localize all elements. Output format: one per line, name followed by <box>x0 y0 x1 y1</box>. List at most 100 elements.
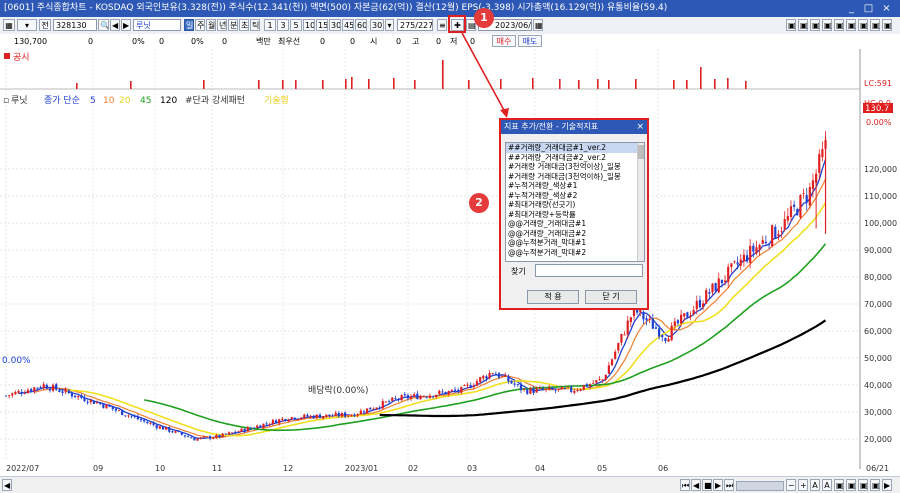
prev-icon[interactable]: ◀ <box>110 19 120 31</box>
toolbar-icon-f[interactable]: ▣ <box>846 19 856 31</box>
toolbar-icon-b[interactable]: ▣ <box>798 19 808 31</box>
amount-value: 0 <box>222 37 228 46</box>
toolbar-icon-d[interactable]: ▣ <box>822 19 832 31</box>
count-field[interactable]: 275/227 <box>397 19 433 31</box>
minute-button-15[interactable]: 15 <box>316 19 328 31</box>
open-value: 0 <box>396 37 402 46</box>
indicator-list-item[interactable]: @@누적분거래_막대#2 <box>506 248 644 258</box>
current-price: 130,700 <box>14 37 48 46</box>
candle-body <box>52 384 55 391</box>
indicator-list-item[interactable]: ##거래량_거래대금#2_ver.2 <box>506 153 644 163</box>
scroll-left-icon[interactable]: ◀ <box>2 479 12 491</box>
zoom-in-icon[interactable]: + <box>798 479 808 491</box>
period-tab-1[interactable]: 주 <box>195 19 205 31</box>
scroll-extra-icon-4[interactable]: ▣ <box>870 479 880 491</box>
chart-scrollbar[interactable]: ◀ ⏮ ◀ ■ ▶ ⏭ − + A A ▣ ▣ ▣ ▣ ▶ <box>0 476 900 493</box>
list-scrollbar[interactable] <box>637 143 644 261</box>
zoom-slider[interactable] <box>736 481 784 491</box>
next-icon[interactable]: ▶ <box>121 19 131 31</box>
candle-body <box>708 292 711 294</box>
scroll-next-icon[interactable]: ▶ <box>713 479 723 491</box>
period-tab-0[interactable]: 일 <box>184 19 194 31</box>
jeon-button[interactable]: 전 <box>39 19 51 31</box>
minute-button-3[interactable]: 3 <box>277 19 289 31</box>
disclosure-bar <box>597 79 599 89</box>
disclosure-bar <box>76 83 78 89</box>
text-small-icon[interactable]: A <box>810 479 820 491</box>
indicator-list[interactable]: ##거래량_거래대금#1_ver.2 ##거래량_거래대금#2_ver.2 #거래량… <box>505 142 645 262</box>
candle-body <box>796 209 799 216</box>
maximize-icon[interactable]: □ <box>862 2 875 15</box>
scroll-prev-icon[interactable]: ◀ <box>691 479 701 491</box>
indicator-list-item[interactable]: #거래량 거래대금(3천억이하)_일봉 <box>506 172 644 182</box>
buy-button[interactable]: 매수 <box>492 35 516 47</box>
dividend-annotation: 배당락(0.00%) <box>308 384 368 396</box>
scroll-extra-icon[interactable]: ▣ <box>834 479 844 491</box>
candle-body <box>8 395 11 397</box>
toolbar-icon-i[interactable]: ▣ <box>882 19 892 31</box>
candle-body <box>658 328 661 337</box>
apply-button[interactable]: 적 용 <box>527 290 579 304</box>
minute-button-45[interactable]: 45 <box>342 19 354 31</box>
minute-dropdown-icon[interactable]: ▾ <box>385 19 394 31</box>
candle-body <box>607 365 610 374</box>
stock-name-field[interactable]: 루닛 <box>133 19 181 31</box>
candle-body <box>278 419 281 424</box>
layout-icon[interactable]: ▦ <box>3 19 15 31</box>
date-picker-icon[interactable]: ▦ <box>533 19 543 31</box>
scroll-last-icon[interactable]: ⏭ <box>724 479 734 491</box>
search-icon[interactable]: 🔍 <box>98 19 109 31</box>
indicator-list-item[interactable]: #거래량 거래대금(3천억이상)_일봉 <box>506 162 644 172</box>
period-tab-3[interactable]: 년 <box>217 19 227 31</box>
date-axis-label: 06 <box>658 464 668 473</box>
scroll-first-icon[interactable]: ⏮ <box>680 479 690 491</box>
close-button[interactable]: 닫 기 <box>585 290 637 304</box>
minute-button-60[interactable]: 60 <box>355 19 367 31</box>
scroll-right-icon[interactable]: ▶ <box>882 479 892 491</box>
candle-body <box>548 387 551 390</box>
toolbar-icon-g[interactable]: ▣ <box>858 19 868 31</box>
minute-extra-button[interactable]: 30 <box>370 19 384 31</box>
toolbar-icon-h[interactable]: ▣ <box>870 19 880 31</box>
zoom-out-icon[interactable]: − <box>786 479 796 491</box>
candle-body <box>720 279 724 284</box>
period-tab-2[interactable]: 월 <box>206 19 216 31</box>
indicator-dialog[interactable]: 지표 추가/전환 - 기술적지표 × ##거래량_거래대금#1_ver.2 ##거… <box>499 118 649 310</box>
period-tab-6[interactable]: 틱 <box>250 19 260 31</box>
text-large-icon[interactable]: A <box>822 479 832 491</box>
find-label: 찾기 <box>511 267 526 276</box>
sell-button[interactable]: 매도 <box>518 35 542 47</box>
minute-button-30[interactable]: 30 <box>329 19 341 31</box>
find-input[interactable] <box>535 264 643 277</box>
minute-button-1[interactable]: 1 <box>264 19 276 31</box>
indicator-list-item[interactable]: #최대거래량+등락률 <box>506 210 644 220</box>
minute-button-5[interactable]: 5 <box>290 19 302 31</box>
stock-code-input[interactable]: 328130 <box>53 19 97 31</box>
indicator-list-item[interactable]: #최대거래량(선긋기) <box>506 200 644 210</box>
indicator-list-item[interactable]: ##거래량_거래대금#1_ver.2 <box>506 143 644 153</box>
candle-body <box>808 187 811 206</box>
indicator-list-item[interactable]: #누적거래량_색상#1 <box>506 181 644 191</box>
candle-body <box>786 216 789 221</box>
indicator-list-item[interactable]: @@누적분거래_막대#1 <box>506 238 644 248</box>
close-icon[interactable]: × <box>880 2 893 15</box>
minimize-icon[interactable]: _ <box>845 2 858 15</box>
scroll-extra-icon-2[interactable]: ▣ <box>846 479 856 491</box>
toolbar-icon-e[interactable]: ▣ <box>834 19 844 31</box>
dialog-close-icon[interactable]: × <box>636 120 644 134</box>
minute-button-10[interactable]: 10 <box>303 19 315 31</box>
chart-type-icon[interactable]: ≡ <box>437 19 447 31</box>
period-tab-5[interactable]: 초 <box>239 19 249 31</box>
candle-body <box>199 437 202 439</box>
indicator-list-item[interactable]: #누적거래량_색상#2 <box>506 191 644 201</box>
menu-dropdown[interactable]: ▾ <box>17 19 37 31</box>
scroll-stop-icon[interactable]: ■ <box>702 479 712 491</box>
toolbar-icon-c[interactable]: ▣ <box>810 19 820 31</box>
volume-rate: 0% <box>191 37 204 46</box>
toolbar-icon-a[interactable]: ▣ <box>786 19 796 31</box>
period-tab-4[interactable]: 분 <box>228 19 238 31</box>
indicator-list-item[interactable]: @@거래량_거래대금#1 <box>506 219 644 229</box>
stock-chart[interactable]: 공시 ▫ 루닛 종가 단순 5 10 20 45 120 #단과 강세패턴 기술형 120,000… <box>0 49 900 492</box>
scroll-extra-icon-3[interactable]: ▣ <box>858 479 868 491</box>
indicator-list-item[interactable]: @@거래량_거래대금#2 <box>506 229 644 239</box>
